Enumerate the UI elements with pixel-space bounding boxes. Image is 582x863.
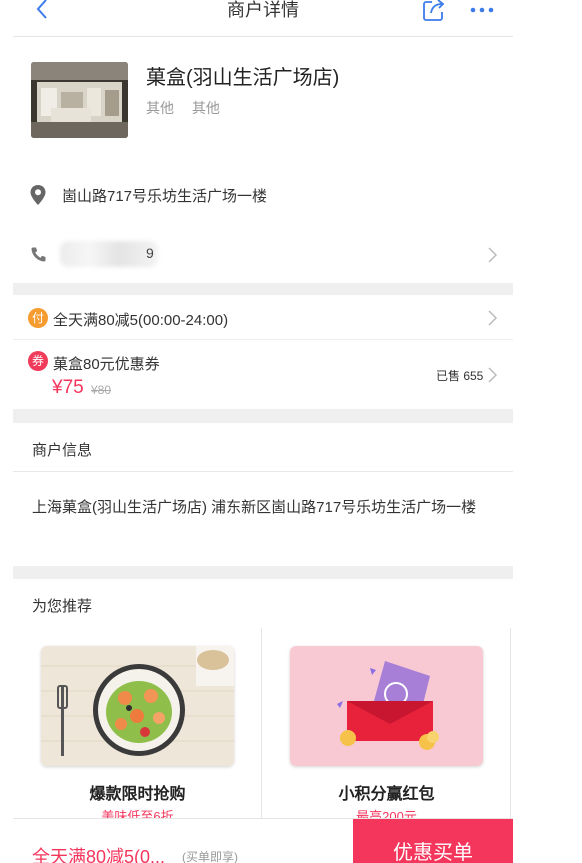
section-gap	[13, 283, 513, 295]
phone-number[interactable]: 9	[60, 241, 158, 267]
sold-count: 已售 655	[436, 369, 484, 383]
merchant-info-title: 商户信息	[32, 442, 93, 459]
phone-blur-mask	[60, 241, 158, 267]
discount-pay-button[interactable]: 优惠买单	[353, 819, 513, 863]
shop-name: 菓盒(羽山生活广场店)	[146, 67, 340, 89]
shop-address: 崮山路717号乐坊生活广场一楼	[62, 188, 268, 205]
phone-icon	[30, 246, 47, 263]
chevron-right-icon	[487, 366, 499, 384]
nav-bar: 商户详情	[13, 0, 513, 37]
shop-category-tag: 其他	[146, 100, 174, 116]
shop-category-tag: 其他	[191, 100, 220, 116]
recommend-title: 为您推荐	[32, 598, 93, 615]
chevron-right-icon	[487, 246, 499, 264]
promo-coupon-row[interactable]: 券 菓盒80元优惠券 ¥75 ¥80 已售 655	[13, 341, 513, 409]
bottom-promo-note: (买单即享)	[182, 850, 238, 863]
location-pin-icon	[29, 184, 47, 206]
phone-row[interactable]: 9	[13, 232, 513, 278]
food-promo-image	[41, 646, 234, 766]
chevron-right-icon	[487, 309, 499, 327]
coupon-price: ¥75	[52, 377, 84, 398]
pay-badge: 付	[28, 308, 48, 328]
bottom-promo-text: 全天满80减5(0...	[32, 847, 166, 863]
more-dots-icon[interactable]	[468, 0, 498, 20]
section-gap	[13, 566, 513, 579]
coupon-title: 菓盒80元优惠券	[53, 356, 160, 373]
shop-photo[interactable]	[31, 62, 128, 138]
shop-tags: 其他 其他	[146, 98, 234, 118]
recommend-item-title: 小积分赢红包	[338, 786, 435, 803]
phone-visible-digit: 9	[146, 245, 154, 261]
merchant-info-text: 上海菓盒(羽山生活广场店) 浦东新区崮山路717号乐坊生活广场一楼	[32, 499, 477, 516]
divider	[13, 471, 513, 472]
bottom-action-bar: 全天满80减5(0... (买单即享) 优惠买单	[13, 818, 513, 863]
coupon-badge: 券	[28, 351, 48, 371]
merchant-detail-page: 商户详情 菓盒(羽山生活广场店) 其他 其他 崮山路717号乐坊生活广场一楼 9…	[13, 0, 513, 863]
coupon-original-price: ¥80	[91, 383, 112, 397]
recommend-card[interactable]: 爆款限时抢购 美味低至6折	[13, 628, 262, 824]
address-row[interactable]: 崮山路717号乐坊生活广场一楼	[13, 172, 513, 220]
promo-discount-text: 全天满80减5(00:00-24:00)	[53, 312, 229, 329]
promo-discount-row[interactable]: 付 全天满80减5(00:00-24:00)	[13, 296, 513, 340]
recommend-item-title: 爆款限时抢购	[89, 786, 186, 803]
red-packet-image	[290, 646, 483, 766]
share-icon[interactable]	[418, 0, 448, 26]
section-gap	[13, 409, 513, 423]
recommend-card[interactable]: 小积分赢红包 最高200元	[262, 628, 511, 824]
